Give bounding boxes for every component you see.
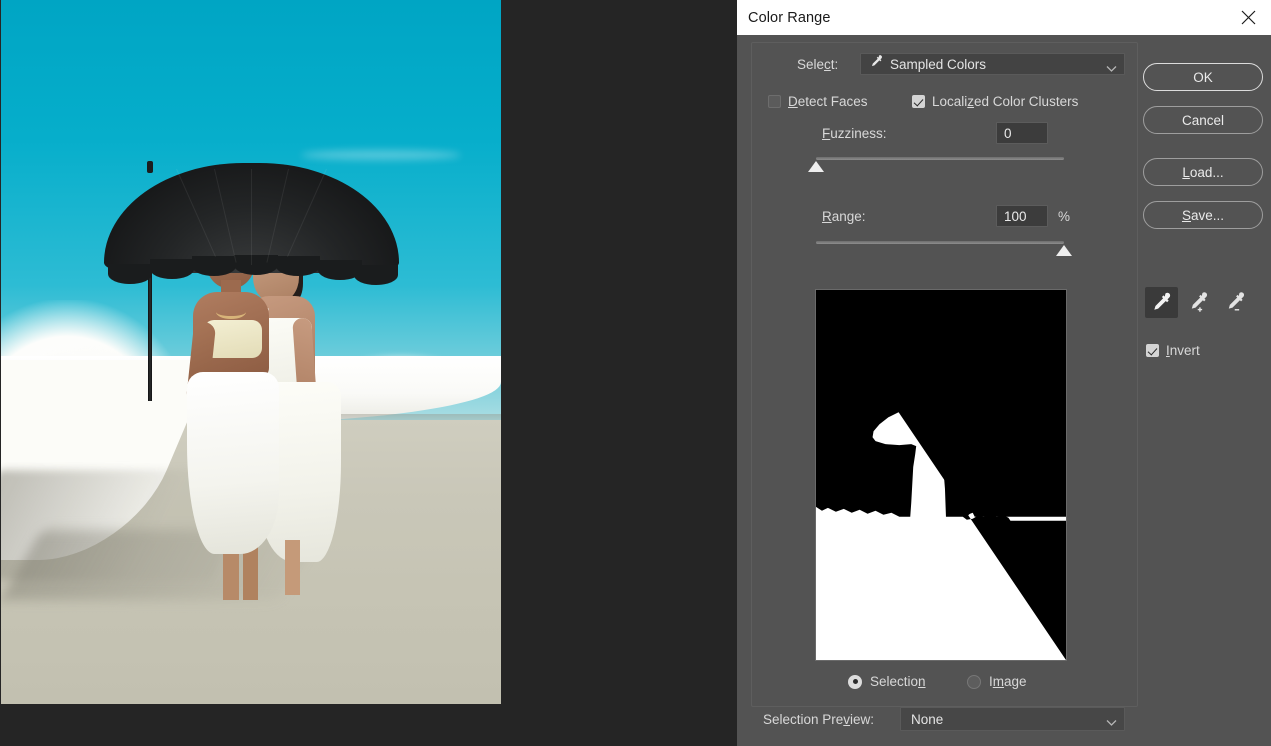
localized-color-clusters-label: Localized Color Clusters xyxy=(932,94,1078,109)
range-label: Range: xyxy=(822,209,866,224)
select-dropdown[interactable]: Sampled Colors xyxy=(860,53,1125,75)
dialog-titlebar: Color Range xyxy=(737,0,1271,35)
eyedropper-toolbar xyxy=(1145,287,1252,318)
eyedropper-subtract-icon[interactable] xyxy=(1219,287,1252,318)
close-icon[interactable] xyxy=(1225,0,1271,35)
color-range-dialog: Color Range Select: xyxy=(737,0,1271,746)
range-value: 100 xyxy=(1004,209,1027,224)
localized-color-clusters-checkbox[interactable] xyxy=(912,95,925,108)
preview-mode-image-row[interactable]: Image xyxy=(967,674,1027,689)
fuzziness-slider[interactable] xyxy=(816,155,1064,177)
selection-preview-row: Selection Preview: xyxy=(763,712,874,727)
select-label: Select: xyxy=(797,57,838,72)
invert-row[interactable]: Invert xyxy=(1146,343,1200,358)
invert-checkbox[interactable] xyxy=(1146,344,1159,357)
load-button[interactable]: Load... xyxy=(1143,158,1263,186)
umbrella xyxy=(104,163,399,273)
selection-preview-dropdown[interactable]: None xyxy=(900,707,1125,731)
dialog-title: Color Range xyxy=(748,10,831,26)
photograph xyxy=(1,0,501,704)
selection-radio-label: Selection xyxy=(870,674,926,689)
dialog-body: Select: Sampled Colors xyxy=(737,35,1271,746)
range-slider-thumb[interactable] xyxy=(1056,245,1072,256)
wispy-cloud xyxy=(301,150,461,160)
person-a-skirt xyxy=(187,372,279,554)
selection-radio[interactable] xyxy=(848,675,862,689)
detect-faces-checkbox[interactable] xyxy=(768,95,781,108)
eyedropper-add-icon[interactable] xyxy=(1182,287,1215,318)
fuzziness-slider-track xyxy=(816,157,1064,160)
localized-color-clusters-row[interactable]: Localized Color Clusters xyxy=(912,94,1078,109)
person-a-necklace xyxy=(216,305,246,319)
mask-preview-thumbnail[interactable] xyxy=(815,289,1067,661)
person-b-leg xyxy=(285,540,300,595)
image-canvas[interactable] xyxy=(1,0,501,704)
fuzziness-value: 0 xyxy=(1004,126,1012,141)
selection-mask xyxy=(816,290,1066,660)
fuzziness-label: Fuzziness: xyxy=(822,126,887,141)
detect-faces-label: Detect Faces xyxy=(788,94,868,109)
range-unit: % xyxy=(1058,209,1070,224)
fuzziness-input[interactable]: 0 xyxy=(996,122,1048,144)
selection-preview-value: None xyxy=(911,712,943,727)
ok-button[interactable]: OK xyxy=(1143,63,1263,91)
fuzziness-slider-thumb[interactable] xyxy=(808,161,824,172)
eyedropper-icon xyxy=(869,54,884,74)
photoshop-workspace xyxy=(0,0,737,746)
selection-preview-label: Selection Preview: xyxy=(763,712,874,727)
range-input[interactable]: 100 xyxy=(996,205,1048,227)
color-range-group: Select: Sampled Colors xyxy=(751,42,1138,707)
preview-mode-selection-row[interactable]: Selection xyxy=(848,674,926,689)
save-button[interactable]: Save... xyxy=(1143,201,1263,229)
image-radio-label: Image xyxy=(989,674,1027,689)
select-value: Sampled Colors xyxy=(890,57,986,72)
chevron-down-icon xyxy=(1106,60,1117,78)
eyedropper-icon[interactable] xyxy=(1145,287,1178,318)
umbrella-tip xyxy=(147,161,153,173)
range-slider-track xyxy=(816,241,1064,244)
cancel-button[interactable]: Cancel xyxy=(1143,106,1263,134)
invert-label: Invert xyxy=(1166,343,1200,358)
range-slider[interactable] xyxy=(816,239,1064,261)
detect-faces-row[interactable]: Detect Faces xyxy=(768,94,868,109)
image-radio[interactable] xyxy=(967,675,981,689)
chevron-down-icon xyxy=(1106,714,1117,732)
